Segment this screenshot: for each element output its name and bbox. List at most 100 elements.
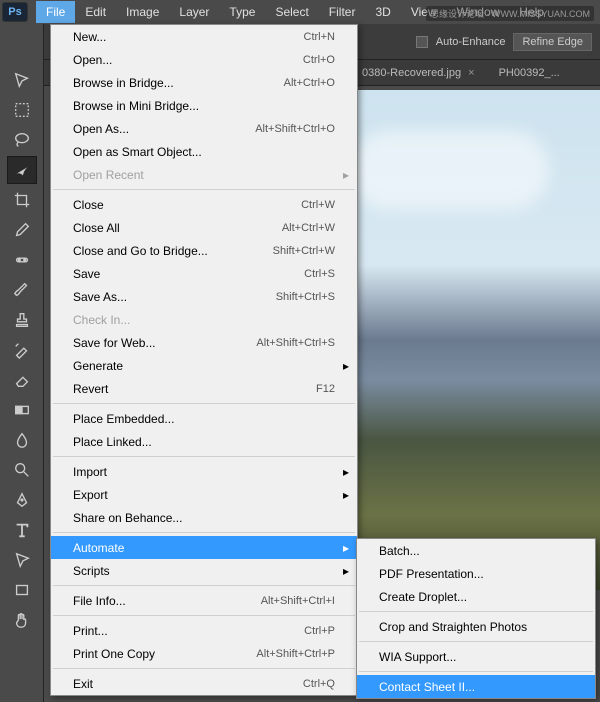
menu-item-place-embedded[interactable]: Place Embedded...: [51, 407, 357, 430]
gradient-tool-icon[interactable]: [7, 396, 37, 424]
clouds-decoration: [350, 130, 550, 210]
menu-item-open-as-smart-object[interactable]: Open as Smart Object...: [51, 140, 357, 163]
menu-separator: [359, 641, 593, 642]
healing-brush-tool-icon[interactable]: [7, 246, 37, 274]
marquee-tool-icon[interactable]: [7, 96, 37, 124]
menu-3d[interactable]: 3D: [365, 1, 400, 23]
menu-separator: [53, 189, 355, 190]
dodge-tool-icon[interactable]: [7, 456, 37, 484]
menu-item-automate[interactable]: Automate▸: [51, 536, 357, 559]
menu-item-save[interactable]: SaveCtrl+S: [51, 262, 357, 285]
menu-item-export[interactable]: Export▸: [51, 483, 357, 506]
menu-shortcut: Alt+Shift+Ctrl+P: [256, 648, 335, 660]
submenu-arrow-icon: ▸: [343, 564, 349, 578]
menu-item-label: Place Linked...: [73, 435, 335, 449]
hand-tool-icon[interactable]: [7, 606, 37, 634]
automate-submenu: Batch...PDF Presentation... Create Drople…: [356, 538, 596, 699]
menu-item-pdf-presentation[interactable]: PDF Presentation...: [357, 562, 595, 585]
menu-shortcut: Ctrl+N: [304, 31, 335, 43]
close-icon[interactable]: ×: [468, 67, 474, 79]
document-tab[interactable]: 0380-Recovered.jpg ×: [356, 63, 481, 83]
menu-filter[interactable]: Filter: [319, 1, 366, 23]
type-tool-icon[interactable]: [7, 516, 37, 544]
menu-select[interactable]: Select: [265, 1, 318, 23]
menu-item-close-all[interactable]: Close AllAlt+Ctrl+W: [51, 216, 357, 239]
menu-item-place-linked[interactable]: Place Linked...: [51, 430, 357, 453]
menu-layer[interactable]: Layer: [169, 1, 219, 23]
menu-item-open-as[interactable]: Open As...Alt+Shift+Ctrl+O: [51, 117, 357, 140]
menu-item-label: Close and Go to Bridge...: [73, 244, 273, 258]
menu-shortcut: Shift+Ctrl+W: [273, 245, 335, 257]
menu-edit[interactable]: Edit: [75, 1, 116, 23]
refine-edge-button[interactable]: Refine Edge: [513, 33, 592, 51]
menu-item-label: Save: [73, 267, 304, 281]
menu-item-label: Create Droplet...: [379, 590, 573, 604]
eraser-tool-icon[interactable]: [7, 366, 37, 394]
tab-label: 0380-Recovered.jpg: [362, 67, 461, 79]
menu-item-label: Browse in Mini Bridge...: [73, 99, 335, 113]
move-tool-icon[interactable]: [7, 66, 37, 94]
document-tab[interactable]: PH00392_...: [493, 63, 566, 83]
app-logo: Ps: [2, 2, 28, 22]
menu-shortcut: Alt+Ctrl+W: [282, 222, 335, 234]
menu-separator: [53, 456, 355, 457]
menu-item-label: Open Recent: [73, 168, 335, 182]
menu-item-new[interactable]: New...Ctrl+N: [51, 25, 357, 48]
rectangle-tool-icon[interactable]: [7, 576, 37, 604]
file-dropdown-menu: New...Ctrl+NOpen...Ctrl+OBrowse in Bridg…: [50, 24, 358, 696]
menu-item-revert[interactable]: RevertF12: [51, 377, 357, 400]
menu-item-import[interactable]: Import▸: [51, 460, 357, 483]
menu-item-open[interactable]: Open...Ctrl+O: [51, 48, 357, 71]
menu-item-share-on-behance[interactable]: Share on Behance...: [51, 506, 357, 529]
eyedropper-tool-icon[interactable]: [7, 216, 37, 244]
menu-item-create-droplet[interactable]: Create Droplet...: [357, 585, 595, 608]
quick-select-tool-icon[interactable]: [7, 156, 37, 184]
menu-item-save-for-web[interactable]: Save for Web...Alt+Shift+Ctrl+S: [51, 331, 357, 354]
submenu-arrow-icon: ▸: [343, 541, 349, 555]
menu-item-browse-in-mini-bridge[interactable]: Browse in Mini Bridge...: [51, 94, 357, 117]
menu-item-label: Share on Behance...: [73, 511, 335, 525]
canvas-image: [330, 90, 600, 590]
menu-separator: [53, 585, 355, 586]
menu-item-print-one-copy[interactable]: Print One CopyAlt+Shift+Ctrl+P: [51, 642, 357, 665]
menu-shortcut: Ctrl+Q: [303, 678, 335, 690]
menu-item-file-info[interactable]: File Info...Alt+Shift+Ctrl+I: [51, 589, 357, 612]
menu-item-close[interactable]: CloseCtrl+W: [51, 193, 357, 216]
menu-file[interactable]: File: [36, 1, 75, 23]
menu-item-scripts[interactable]: Scripts▸: [51, 559, 357, 582]
lasso-tool-icon[interactable]: [7, 126, 37, 154]
menu-item-label: Open as Smart Object...: [73, 145, 335, 159]
menu-item-label: Exit: [73, 677, 303, 691]
menu-item-label: Save for Web...: [73, 336, 256, 350]
toolbar: [0, 24, 44, 702]
menu-separator: [53, 403, 355, 404]
menu-separator: [359, 671, 593, 672]
blur-tool-icon[interactable]: [7, 426, 37, 454]
auto-enhance-checkbox[interactable]: [416, 36, 428, 48]
menu-item-print[interactable]: Print...Ctrl+P: [51, 619, 357, 642]
brush-tool-icon[interactable]: [7, 276, 37, 304]
submenu-arrow-icon: ▸: [343, 488, 349, 502]
menu-item-exit[interactable]: ExitCtrl+Q: [51, 672, 357, 695]
menu-item-open-recent: Open Recent▸: [51, 163, 357, 186]
menu-item-crop-and-straighten-photos[interactable]: Crop and Straighten Photos: [357, 615, 595, 638]
history-brush-tool-icon[interactable]: [7, 336, 37, 364]
menu-item-label: Print One Copy: [73, 647, 256, 661]
menu-image[interactable]: Image: [116, 1, 169, 23]
menu-item-browse-in-bridge[interactable]: Browse in Bridge...Alt+Ctrl+O: [51, 71, 357, 94]
crop-tool-icon[interactable]: [7, 186, 37, 214]
menu-item-label: Crop and Straighten Photos: [379, 620, 573, 634]
tab-label: PH00392_...: [499, 67, 560, 79]
menu-separator: [359, 611, 593, 612]
menu-item-generate[interactable]: Generate▸: [51, 354, 357, 377]
menu-item-batch[interactable]: Batch...: [357, 539, 595, 562]
pen-tool-icon[interactable]: [7, 486, 37, 514]
menu-shortcut: Ctrl+O: [303, 54, 335, 66]
stamp-tool-icon[interactable]: [7, 306, 37, 334]
menu-item-close-and-go-to-bridge[interactable]: Close and Go to Bridge...Shift+Ctrl+W: [51, 239, 357, 262]
menu-item-contact-sheet-ii[interactable]: Contact Sheet II...: [357, 675, 595, 698]
menu-item-save-as[interactable]: Save As...Shift+Ctrl+S: [51, 285, 357, 308]
path-select-tool-icon[interactable]: [7, 546, 37, 574]
menu-type[interactable]: Type: [219, 1, 265, 23]
menu-item-wia-support[interactable]: WIA Support...: [357, 645, 595, 668]
